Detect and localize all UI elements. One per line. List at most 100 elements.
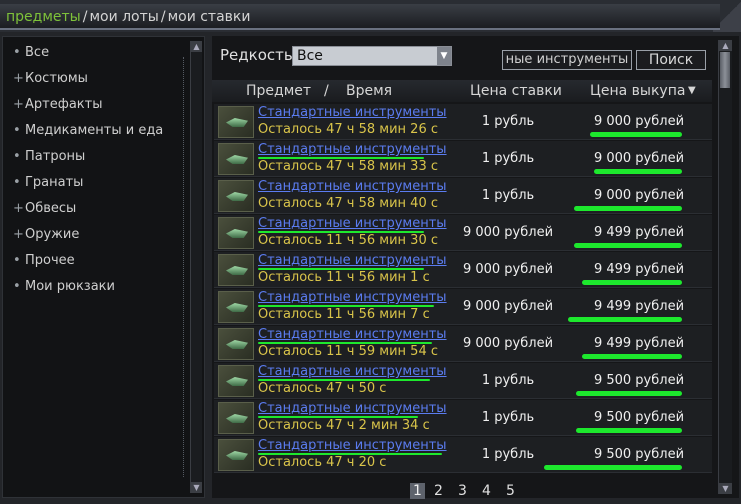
- scroll-up-icon[interactable]: ▲: [191, 41, 202, 52]
- category-label: Медикаменты и еда: [25, 123, 164, 138]
- category-label: Оружие: [25, 227, 80, 242]
- buyout-price[interactable]: 9 499 рублей: [584, 336, 694, 351]
- buyout-price[interactable]: 9 500 рублей: [584, 410, 694, 425]
- item-thumbnail[interactable]: [218, 254, 254, 286]
- item-thumbnail[interactable]: [218, 217, 254, 249]
- lot-row[interactable]: Стандартные инструменты Осталось 47 ч 2 м…: [214, 400, 712, 436]
- scroll-down-icon[interactable]: ▼: [719, 483, 732, 494]
- lot-row[interactable]: Стандартные инструменты Осталось 11 ч 56 …: [214, 215, 712, 251]
- lots-scrollbar[interactable]: ▲ ▼: [718, 40, 732, 494]
- buyout-price[interactable]: 9 000 рублей: [584, 151, 694, 166]
- lot-row[interactable]: Стандартные инструменты Осталось 47 ч 20 …: [214, 437, 712, 473]
- highlight-stroke: [594, 169, 682, 174]
- panel-divider: [183, 57, 186, 477]
- expand-plus-icon: +: [13, 201, 24, 216]
- item-name-link[interactable]: Стандартные инструменты: [258, 327, 447, 342]
- search-input[interactable]: ные инструменты: [502, 50, 632, 70]
- lot-row[interactable]: Стандартные инструменты Осталось 47 ч 58 …: [214, 104, 712, 140]
- bullet-icon: •: [13, 253, 21, 268]
- toolkit-icon: [226, 266, 248, 275]
- tab-items[interactable]: предметы: [6, 9, 81, 28]
- col-separator: /: [324, 83, 329, 99]
- item-name-link[interactable]: Стандартные инструменты: [258, 253, 447, 268]
- toolkit-icon: [226, 118, 248, 127]
- category-item[interactable]: • Патроны: [13, 149, 85, 164]
- highlight-stroke: [582, 354, 682, 359]
- tab-bar: предметы / мои лоты / мои ставки: [0, 4, 720, 30]
- col-item[interactable]: Предмет: [246, 83, 311, 99]
- col-buyout-price[interactable]: Цена выкупа: [590, 83, 685, 99]
- page-1[interactable]: 1: [410, 483, 425, 499]
- category-item[interactable]: • Все: [13, 45, 49, 60]
- lot-row[interactable]: Стандартные инструменты Осталось 11 ч 59 …: [214, 326, 712, 362]
- highlight-stroke: [258, 453, 442, 455]
- search-button[interactable]: Поиск: [636, 50, 706, 70]
- bullet-icon: •: [13, 175, 21, 190]
- category-item[interactable]: +Артефакты: [13, 97, 103, 112]
- bid-price: 1 рубль: [481, 151, 535, 166]
- item-name-link[interactable]: Стандартные инструменты: [258, 179, 447, 194]
- category-item[interactable]: +Обвесы: [13, 201, 76, 216]
- item-thumbnail[interactable]: [218, 439, 254, 471]
- highlight-stroke: [258, 305, 434, 307]
- category-item[interactable]: • Медикаменты и еда: [13, 123, 163, 138]
- category-item[interactable]: +Костюмы: [13, 71, 88, 86]
- category-item[interactable]: +Оружие: [13, 227, 79, 242]
- tab-my-bids[interactable]: мои ставки: [168, 9, 251, 28]
- rarity-select[interactable]: Все ▼: [292, 46, 452, 66]
- lot-row[interactable]: Стандартные инструменты Осталось 11 ч 56 …: [214, 289, 712, 325]
- item-name-link[interactable]: Стандартные инструменты: [258, 364, 447, 379]
- page-2[interactable]: 2: [434, 483, 443, 499]
- item-thumbnail[interactable]: [218, 365, 254, 397]
- category-item[interactable]: • Прочее: [13, 253, 75, 268]
- item-name-link[interactable]: Стандартные инструменты: [258, 290, 447, 305]
- lot-row[interactable]: Стандартные инструменты Осталось 47 ч 58 …: [214, 178, 712, 214]
- buyout-price[interactable]: 9 000 рублей: [584, 188, 694, 203]
- highlight-stroke: [574, 206, 682, 211]
- item-thumbnail[interactable]: [218, 143, 254, 175]
- scroll-down-icon[interactable]: ▼: [191, 482, 202, 493]
- tab-my-lots[interactable]: мои лоты: [89, 9, 158, 28]
- lot-row[interactable]: Стандартные инструменты Осталось 47 ч 50 …: [214, 363, 712, 399]
- item-name-link[interactable]: Стандартные инструменты: [258, 216, 447, 231]
- item-thumbnail[interactable]: [218, 291, 254, 323]
- buyout-price[interactable]: 9 000 рублей: [584, 114, 694, 129]
- buyout-price[interactable]: 9 500 рублей: [584, 373, 694, 388]
- time-left: Осталось 47 ч 58 мин 26 с: [258, 122, 438, 137]
- lot-row[interactable]: Стандартные инструменты Осталось 11 ч 56 …: [214, 252, 712, 288]
- col-bid-price[interactable]: Цена ставки: [470, 83, 562, 99]
- sort-desc-icon[interactable]: ▼: [688, 85, 696, 96]
- time-left: Осталось 47 ч 58 мин 33 с: [258, 159, 438, 174]
- lots-panel: Редкость Все ▼ ные инструменты Поиск Пре…: [212, 36, 739, 499]
- col-time[interactable]: Время: [346, 83, 392, 99]
- highlight-stroke: [258, 379, 430, 381]
- category-item[interactable]: • Мои рюкзаки: [13, 279, 115, 294]
- buyout-price[interactable]: 9 499 рублей: [584, 299, 694, 314]
- item-thumbnail[interactable]: [218, 180, 254, 212]
- scroll-up-icon[interactable]: ▲: [719, 40, 732, 51]
- dropdown-arrow-icon[interactable]: ▼: [437, 47, 451, 65]
- rarity-label: Редкость: [220, 46, 293, 64]
- item-name-link[interactable]: Стандартные инструменты: [258, 105, 447, 120]
- scroll-thumb[interactable]: [720, 52, 730, 88]
- buyout-price[interactable]: 9 500 рублей: [584, 447, 694, 462]
- time-left: Осталось 47 ч 50 с: [258, 381, 387, 396]
- item-name-link[interactable]: Стандартные инструменты: [258, 401, 447, 416]
- item-name-link[interactable]: Стандартные инструменты: [258, 438, 447, 453]
- bid-price: 1 рубль: [481, 410, 535, 425]
- category-label: Обвесы: [25, 201, 77, 216]
- category-scrollbar[interactable]: ▲ ▼: [190, 41, 202, 493]
- buyout-price[interactable]: 9 499 рублей: [584, 262, 694, 277]
- item-thumbnail[interactable]: [218, 402, 254, 434]
- category-label: Гранаты: [25, 175, 84, 190]
- buyout-price[interactable]: 9 499 рублей: [584, 225, 694, 240]
- item-name-link[interactable]: Стандартные инструменты: [258, 142, 447, 157]
- lot-row[interactable]: Стандартные инструменты Осталось 47 ч 58 …: [214, 141, 712, 177]
- item-thumbnail[interactable]: [218, 328, 254, 360]
- item-thumbnail[interactable]: [218, 106, 254, 138]
- page-5[interactable]: 5: [506, 483, 515, 499]
- page-4[interactable]: 4: [482, 483, 491, 499]
- highlight-stroke: [258, 268, 424, 270]
- category-item[interactable]: • Гранаты: [13, 175, 83, 190]
- page-3[interactable]: 3: [458, 483, 467, 499]
